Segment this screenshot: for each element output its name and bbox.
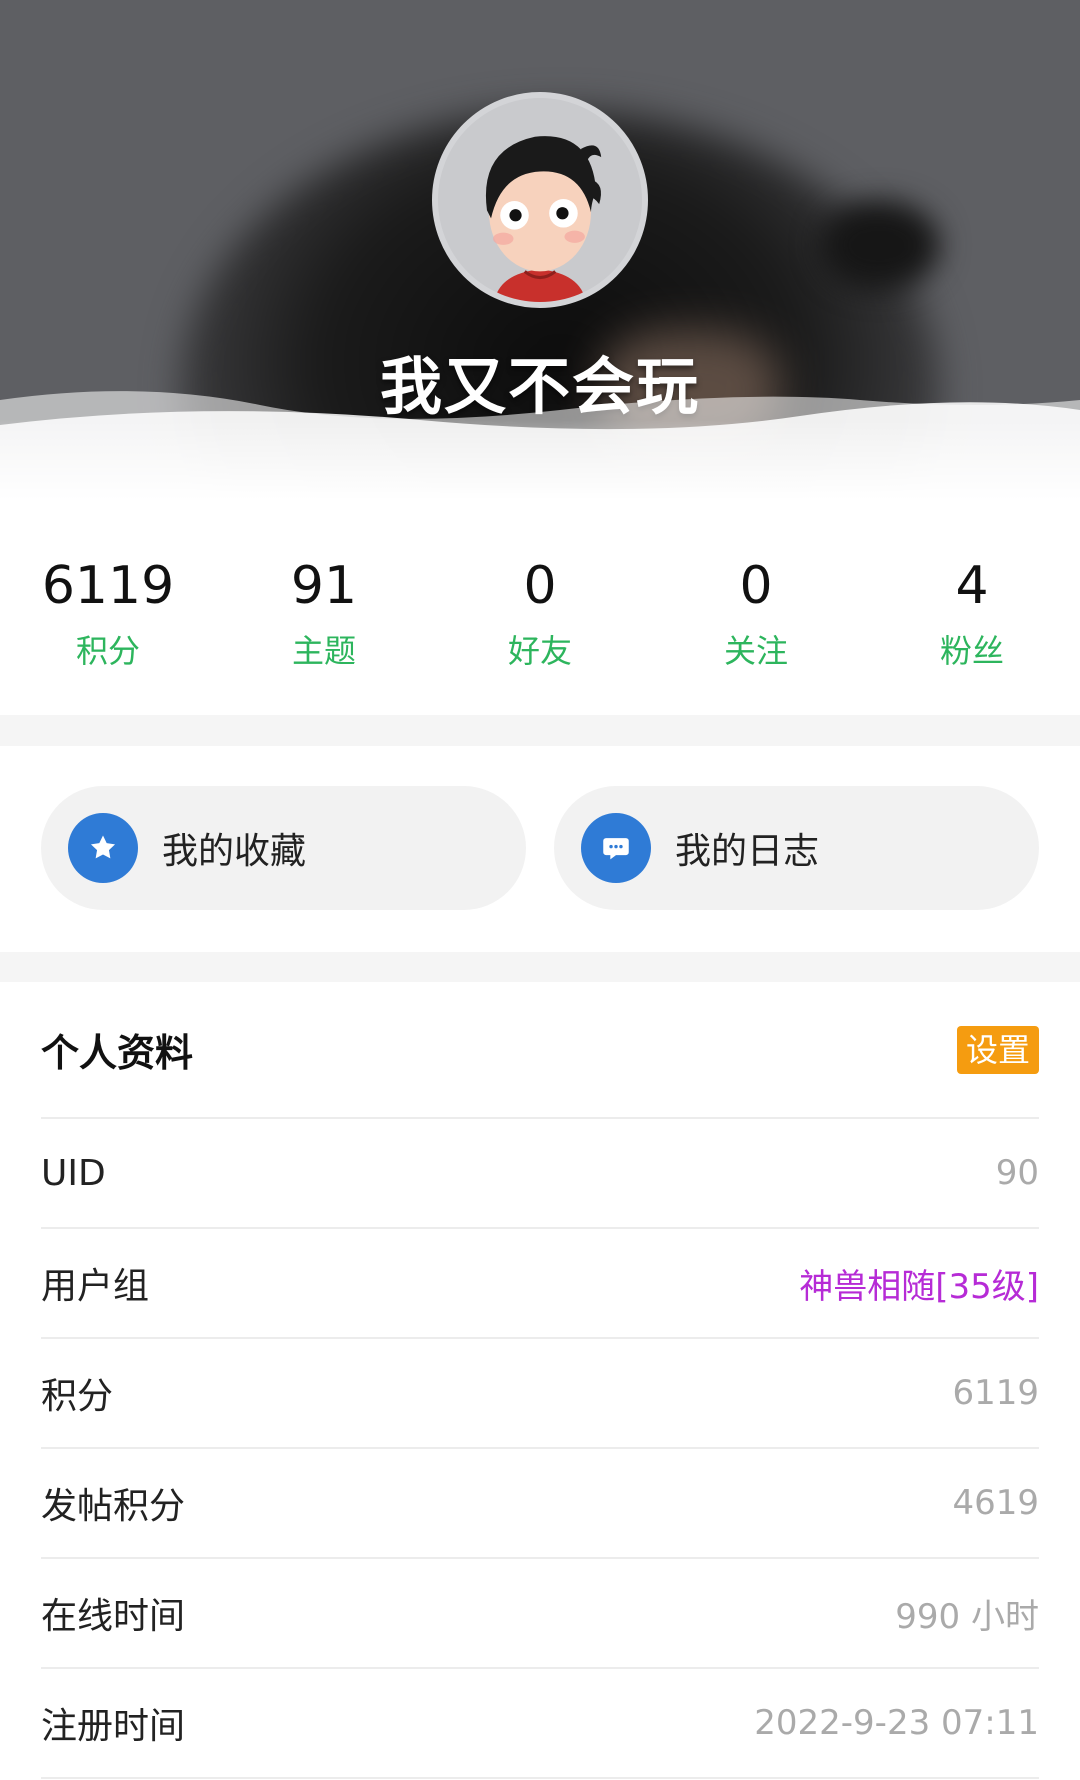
profile-title: 个人资料 bbox=[41, 1031, 194, 1075]
stat-value: 0 bbox=[523, 556, 557, 616]
stat-friends[interactable]: 0 好友 bbox=[432, 500, 648, 715]
row-value: 90 bbox=[995, 1153, 1039, 1193]
row-value: 4619 bbox=[952, 1483, 1039, 1523]
profile-row-points: 积分 6119 bbox=[41, 1339, 1039, 1449]
profile-header: 我又不会玩 bbox=[0, 0, 1080, 500]
my-diary-button[interactable]: 我的日志 bbox=[554, 786, 1039, 910]
stat-value: 0 bbox=[739, 556, 773, 616]
usergroup-link[interactable]: 神兽相随[35级] bbox=[799, 1259, 1039, 1308]
row-value: 990 小时 bbox=[895, 1596, 1039, 1637]
chat-bubble-icon bbox=[581, 813, 651, 883]
stat-value: 6119 bbox=[41, 556, 175, 616]
avatar-cartoon-boy-icon bbox=[438, 98, 642, 302]
row-key: 用户组 bbox=[41, 1266, 150, 1307]
profile-row-online-time: 在线时间 990 小时 bbox=[41, 1559, 1039, 1669]
stat-label: 主题 bbox=[291, 632, 356, 670]
avatar[interactable] bbox=[432, 92, 648, 308]
stat-label: 粉丝 bbox=[939, 632, 1004, 670]
stat-value: 91 bbox=[290, 556, 358, 616]
stat-label: 积分 bbox=[75, 632, 140, 670]
stat-following[interactable]: 0 关注 bbox=[648, 500, 864, 715]
stats-bar: 6119 积分 91 主题 0 好友 0 关注 4 粉丝 bbox=[0, 500, 1080, 715]
row-key: 注册时间 bbox=[41, 1706, 186, 1747]
row-key: 积分 bbox=[41, 1376, 114, 1417]
stat-threads[interactable]: 91 主题 bbox=[216, 500, 432, 715]
row-key: 在线时间 bbox=[41, 1596, 186, 1637]
profile-row-register-time: 注册时间 2022-9-23 07:11 bbox=[41, 1669, 1039, 1779]
stat-points[interactable]: 6119 积分 bbox=[0, 500, 216, 715]
profile-header-row: 个人资料 设置 bbox=[41, 982, 1039, 1119]
my-favorites-button[interactable]: 我的收藏 bbox=[41, 786, 526, 910]
header-fade bbox=[0, 420, 1080, 500]
stat-value: 4 bbox=[955, 556, 989, 616]
my-favorites-label: 我的收藏 bbox=[162, 831, 307, 872]
row-key: UID bbox=[41, 1152, 106, 1194]
stat-followers[interactable]: 4 粉丝 bbox=[864, 500, 1080, 715]
stat-label: 好友 bbox=[507, 632, 572, 670]
header-background-blur-hair bbox=[820, 200, 940, 290]
quick-links: 我的收藏 我的日志 bbox=[0, 746, 1080, 952]
row-value: 2022-9-23 07:11 bbox=[754, 1703, 1039, 1743]
profile-row-post-points: 发帖积分 4619 bbox=[41, 1449, 1039, 1559]
stat-label: 关注 bbox=[723, 632, 788, 670]
star-icon bbox=[68, 813, 138, 883]
profile-row-usergroup: 用户组 神兽相随[35级] bbox=[41, 1229, 1039, 1339]
profile-section: 个人资料 设置 UID 90 用户组 神兽相随[35级] 积分 6119 发帖积… bbox=[0, 982, 1080, 1780]
row-key: 发帖积分 bbox=[41, 1486, 186, 1527]
profile-row-uid: UID 90 bbox=[41, 1119, 1039, 1229]
my-diary-label: 我的日志 bbox=[675, 831, 820, 872]
settings-button[interactable]: 设置 bbox=[956, 1025, 1039, 1074]
row-value: 6119 bbox=[952, 1373, 1039, 1413]
